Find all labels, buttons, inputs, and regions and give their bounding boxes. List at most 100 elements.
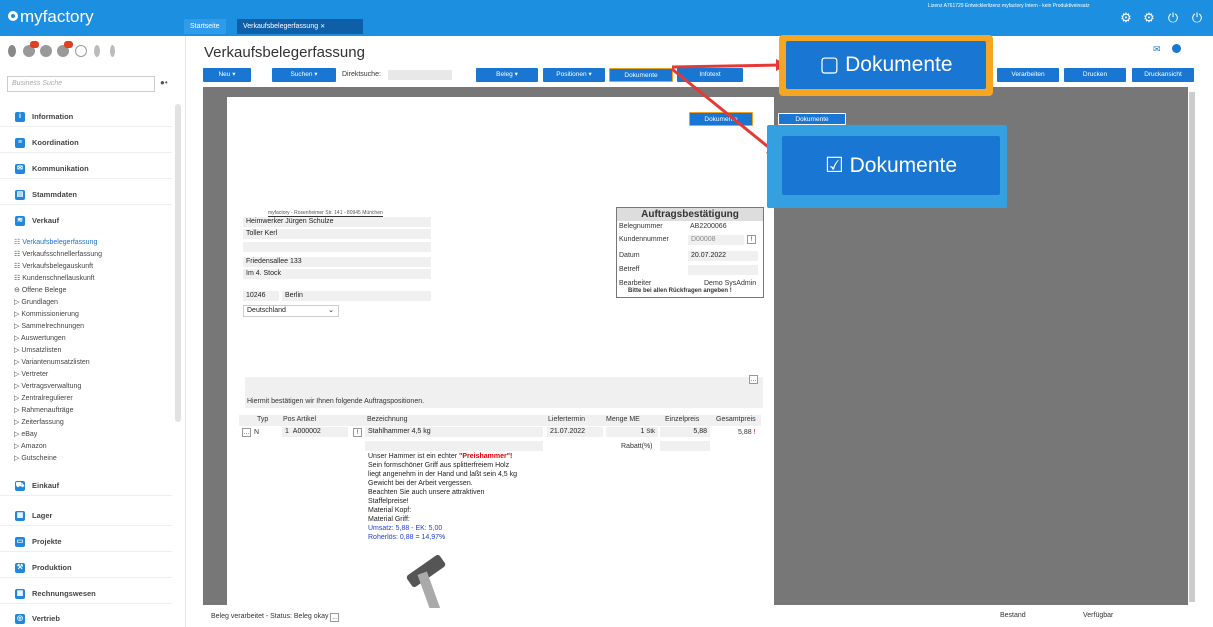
sidebar-item-vertragsverwaltung[interactable]: ▷ Vertragsverwaltung — [14, 382, 81, 390]
row-pos-artikel-field[interactable]: 1 A000002 — [282, 427, 348, 437]
sidebar-cat-produktion[interactable]: ⚒ Produktion — [0, 558, 172, 578]
zoomed-dokumente-button[interactable]: ▢ Dokumente — [786, 41, 986, 89]
sidebar-item-variantenumsatzlisten[interactable]: ▷ Variantenumsatzlisten — [14, 358, 90, 366]
address-city-field[interactable]: Berlin — [282, 291, 431, 301]
sidebar-item-kommissionierung[interactable]: ▷ Kommissionierung — [14, 310, 79, 318]
margin-info: Roherlös: 0,88 = 14,97% — [368, 534, 446, 541]
country-select[interactable]: Deutschland ⌄ — [243, 305, 339, 317]
row-menge-field[interactable]: 1 Stk — [606, 427, 658, 437]
kundennummer-lookup-icon[interactable]: ! — [747, 235, 756, 244]
artikel-lookup-icon[interactable]: ! — [353, 428, 362, 437]
edit-text-icon[interactable]: … — [749, 375, 758, 384]
sidebar-item-zentralregulierer[interactable]: ▷ Zentralregulierer — [14, 394, 73, 402]
order-confirmation-title: Auftragsbestätigung — [617, 208, 763, 221]
settings-icon[interactable]: ⚙ — [1119, 11, 1133, 25]
article-desc-line-3: liegt angenehm in der Hand und laßt sein… — [368, 471, 518, 478]
app-logo[interactable]: myfactory — [8, 7, 94, 27]
sidebar-item-kundenschnellauskunft[interactable]: ☷ Kundenschnellauskunft — [14, 274, 95, 282]
row-menu-icon[interactable]: … — [242, 428, 251, 437]
sidebar-cat-koordination[interactable]: ≡ Koordination — [0, 133, 172, 153]
status-details-icon[interactable]: … — [330, 613, 340, 622]
sidebar-item-umsatzlisten[interactable]: ▷ Umsatzlisten — [14, 346, 61, 354]
viewer-scrollbar[interactable] — [1189, 92, 1195, 602]
sidebar-item-verkaufsbelegauskunft[interactable]: ☷ Verkaufsbelegauskunft — [14, 262, 93, 270]
col-bezeichnung: Bezeichnung — [367, 416, 408, 423]
tab-close-icon[interactable]: ✕ — [320, 24, 325, 30]
search-go-icon[interactable]: ●• — [160, 78, 168, 87]
gear-icon[interactable]: ⚙ — [1142, 11, 1156, 25]
sidebar-cat-einkauf[interactable]: ⛟ Einkauf — [0, 476, 172, 496]
verarbeiten-button[interactable]: Verarbeiten — [997, 68, 1059, 82]
sidebar-item-verkaufsbelegerfassung[interactable]: ☷ Verkaufsbelegerfassung — [14, 238, 97, 246]
address-street-field[interactable]: Friedensallee 133 — [243, 257, 431, 267]
sidebar-item-grundlagen[interactable]: ▷ Grundlagen — [14, 298, 58, 306]
datum-field[interactable]: 20.07.2022 — [688, 251, 758, 261]
neu-button[interactable]: Neu ▾ — [203, 68, 251, 82]
sidebar-cat-information[interactable]: i Information — [0, 107, 172, 127]
sidebar-item-auswertungen[interactable]: ▷ Auswertungen — [14, 334, 66, 342]
sidebar-cat-stammdaten[interactable]: ▤ Stammdaten — [0, 185, 172, 205]
license-info: Lizenz A761729 Entwicklerlizenz myfactor… — [928, 3, 1090, 9]
tab-startseite[interactable]: Startseite — [184, 19, 226, 34]
cart-icon: ⛟ — [15, 481, 25, 491]
drucken-button[interactable]: Drucken — [1064, 68, 1126, 82]
sidebar-scrollbar[interactable] — [175, 104, 181, 422]
bearbeiter-label: Bearbeiter — [619, 280, 652, 287]
tab-verkaufsbelegerfassung[interactable]: Verkaufsbelegerfassung ✕ — [237, 19, 363, 34]
user-icon[interactable] — [8, 45, 16, 57]
info-icon[interactable] — [75, 45, 87, 57]
projects-icon: ▭ — [15, 537, 25, 547]
druckansicht-button[interactable]: Druckansicht — [1132, 68, 1194, 82]
suchen-button[interactable]: Suchen ▾ — [272, 68, 336, 82]
logout-icon[interactable]: ⏻ — [1190, 11, 1204, 25]
business-search-input[interactable]: Business Suche — [7, 76, 155, 92]
warning-icon: ! — [753, 429, 756, 436]
belegnummer-label: Belegnummer — [619, 223, 663, 230]
row-extra-field[interactable] — [365, 441, 543, 451]
sidebar-item-ebay[interactable]: ▷ eBay — [14, 430, 37, 438]
address-extra-field[interactable]: Im 4. Stock — [243, 269, 431, 279]
betreff-field[interactable] — [688, 265, 758, 275]
sidebar-item-offene-belege[interactable]: ⊖ Offene Belege — [14, 286, 66, 294]
address-contact-field[interactable]: Toller Kerl — [243, 229, 431, 239]
article-desc-line-4: Gewicht bei der Arbeit vergessen. — [368, 480, 473, 487]
article-desc-line-1: Unser Hammer ist ein echter "Preishammer… — [368, 453, 513, 460]
kundennummer-field[interactable]: D00008 — [688, 235, 744, 245]
pin-icon[interactable] — [94, 45, 100, 57]
sidebar-item-sammelrechnungen[interactable]: ▷ Sammelrechnungen — [14, 322, 84, 330]
calendar-icon[interactable] — [40, 45, 52, 57]
mail-icon[interactable]: ✉ — [1153, 44, 1161, 55]
sidebar-item-amazon[interactable]: ▷ Amazon — [14, 442, 47, 450]
sidebar-item-rahmenauftraege[interactable]: ▷ Rahmenaufträge — [14, 406, 73, 414]
address-zip-field[interactable]: 10246 — [243, 291, 279, 301]
sidebar-item-gutscheine[interactable]: ▷ Gutscheine — [14, 454, 57, 462]
sidebar-cat-verkauf[interactable]: ≋ Verkauf — [0, 211, 172, 231]
row-liefertermin-field[interactable]: 21.07.2022 — [547, 427, 603, 437]
sidebar-cat-vertrieb[interactable]: ◎ Vertrieb — [0, 609, 172, 627]
address-name-field[interactable]: Heimwerker Jürgen Schulze — [243, 217, 431, 227]
address-blank-field[interactable] — [243, 242, 431, 252]
sidebar-cat-kommunikation[interactable]: ✉ Kommunikation — [0, 159, 172, 179]
sidebar-item-zeiterfassung[interactable]: ▷ Zeiterfassung — [14, 418, 64, 426]
zoomed-dokumente-button-pressed[interactable]: ☑ Dokumente — [782, 136, 1000, 195]
back-icon[interactable] — [110, 45, 115, 57]
row-einzelpreis-field[interactable]: 5,88 — [660, 427, 710, 437]
stack-icon: ≋ — [15, 216, 25, 226]
article-desc-line-6: Staffelpreise! — [368, 498, 409, 505]
message-count-badge — [64, 41, 73, 48]
help-icon[interactable] — [1172, 44, 1181, 53]
beleg-button[interactable]: Beleg ▾ — [476, 68, 538, 82]
sidebar-cat-rechnungswesen[interactable]: ▦ Rechnungswesen — [0, 584, 172, 604]
power-icon[interactable]: ⏻ — [1166, 11, 1180, 25]
sidebar-item-vertreter[interactable]: ▷ Vertreter — [14, 370, 48, 378]
direktsuche-input[interactable] — [388, 70, 452, 80]
sidebar-cat-lager[interactable]: ▦ Lager — [0, 506, 172, 526]
sidebar-item-verkaufsschnellerfassung[interactable]: ☷ Verkaufsschnellerfassung — [14, 250, 102, 258]
revenue-info: Umsatz: 5,88 - EK: 5,00 — [368, 525, 443, 532]
row-bezeichnung-field[interactable]: Stahlhammer 4,5 kg — [365, 427, 543, 437]
chat-icon: ✉ — [15, 164, 25, 174]
rabatt-field[interactable] — [660, 441, 710, 451]
status-bar: Beleg verarbeitet - Status: Beleg okay … — [211, 613, 340, 622]
sidebar-cat-projekte[interactable]: ▭ Projekte — [0, 532, 172, 552]
positionen-button[interactable]: Positionen ▾ — [543, 68, 605, 82]
